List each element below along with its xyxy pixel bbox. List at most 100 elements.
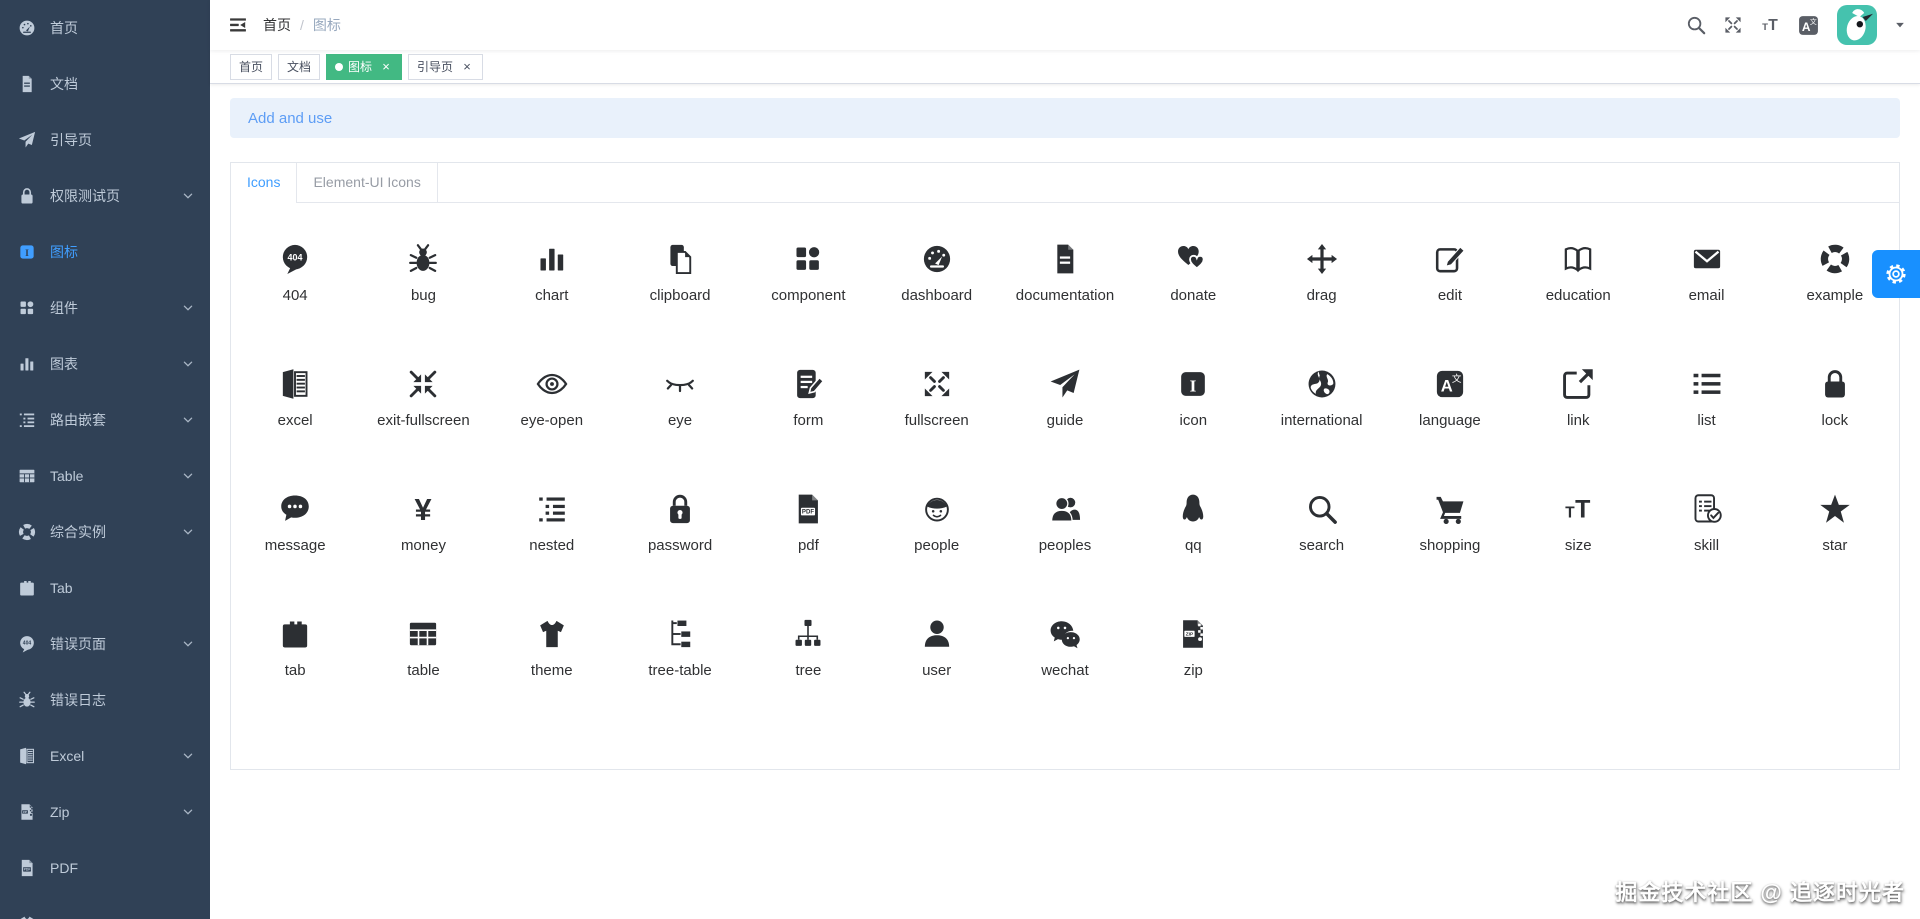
icon-cell-user[interactable]: user	[873, 592, 1001, 717]
fullscreen-icon[interactable]	[1723, 15, 1743, 35]
icon-cell-label: star	[1822, 537, 1848, 554]
icon-cell-zip[interactable]: ZIP zip	[1129, 592, 1257, 717]
sidebar-item-bug[interactable]: 错误日志	[0, 672, 210, 728]
icon-cell-component[interactable]: component	[744, 217, 872, 342]
sidebar-item-component[interactable]: 组件	[0, 280, 210, 336]
sidebar-item-chart[interactable]: 图表	[0, 336, 210, 392]
close-icon[interactable]: ×	[460, 60, 474, 74]
search-icon[interactable]	[1686, 15, 1706, 35]
icon-cell-fullscreen[interactable]: fullscreen	[873, 342, 1001, 467]
sidebar-item-dashboard[interactable]: 首页	[0, 0, 210, 56]
icon-cell-theme[interactable]: theme	[488, 592, 616, 717]
avatar[interactable]	[1837, 5, 1877, 45]
icon-cell-edit[interactable]: edit	[1386, 217, 1514, 342]
sidebar-item-nested[interactable]: 路由嵌套	[0, 392, 210, 448]
sidebar-item-label: PDF	[50, 860, 78, 876]
sidebar-item-label: Tab	[50, 580, 73, 596]
icon-cell-label: dashboard	[901, 287, 973, 304]
icon-cell-size[interactable]: T Tsize	[1514, 467, 1642, 592]
icon-cell-tree-table[interactable]: tree-table	[616, 592, 744, 717]
caret-down-icon[interactable]	[1894, 19, 1906, 31]
icon-cell-tab[interactable]: tab	[231, 592, 359, 717]
icon-cell-clipboard[interactable]: clipboard	[616, 217, 744, 342]
hamburger-icon[interactable]	[227, 16, 249, 34]
sidebar-item-documentation[interactable]: 文档	[0, 56, 210, 112]
dashboard-icon	[18, 19, 36, 37]
icon-cell-pdf[interactable]: PDF pdf	[744, 467, 872, 592]
language-icon[interactable]: A文	[1797, 14, 1820, 37]
icon-cell-dashboard[interactable]: dashboard	[873, 217, 1001, 342]
icon-cell-email[interactable]: email	[1642, 217, 1770, 342]
icon-cell-lock[interactable]: lock	[1771, 342, 1899, 467]
list-icon	[1691, 368, 1723, 400]
sidebar-item-theme[interactable]	[0, 896, 210, 919]
icon-grid: 404 404 bug chart clipboard component dashboar…	[231, 203, 1899, 717]
tag-图标[interactable]: 图标 ×	[326, 53, 403, 80]
icon-cell-drag[interactable]: drag	[1257, 217, 1385, 342]
component-icon	[792, 243, 824, 275]
close-icon[interactable]: ×	[379, 60, 393, 74]
tag-引导页[interactable]: 引导页 ×	[408, 53, 484, 80]
icon-cell-label: edit	[1437, 287, 1462, 304]
icon-cell-bug[interactable]: bug	[359, 217, 487, 342]
icon-cell-wechat[interactable]: wechat	[1001, 592, 1129, 717]
tag-文档[interactable]: 文档	[278, 53, 321, 80]
icon-cell-table[interactable]: table	[359, 592, 487, 717]
icon-cell-people[interactable]: people	[873, 467, 1001, 592]
sidebar-item-example[interactable]: 综合实例	[0, 504, 210, 560]
icon-cell-search[interactable]: search	[1257, 467, 1385, 592]
sidebar-item-tab[interactable]: Tab	[0, 560, 210, 616]
tag-首页[interactable]: 首页	[230, 53, 273, 80]
sidebar-item-table[interactable]: Table	[0, 448, 210, 504]
icon-cell-education[interactable]: education	[1514, 217, 1642, 342]
sidebar-item-lock[interactable]: 权限测试页	[0, 168, 210, 224]
icon-cell-eye-open[interactable]: eye-open	[488, 342, 616, 467]
navbar: 首页 / 图标 TT A文	[210, 0, 1920, 50]
icon-cell-password[interactable]: password	[616, 467, 744, 592]
sidebar-item-guide[interactable]: 引导页	[0, 112, 210, 168]
icon-cell-label: link	[1566, 412, 1590, 429]
icon-cell-documentation[interactable]: documentation	[1001, 217, 1129, 342]
size-icon[interactable]: TT	[1760, 15, 1780, 35]
tab-element-ui-icons[interactable]: Element-UI Icons	[297, 163, 438, 202]
icon-cell-excel[interactable]: excel	[231, 342, 359, 467]
icon-cell-language[interactable]: A 文 language	[1386, 342, 1514, 467]
icon-cell-eye[interactable]: eye	[616, 342, 744, 467]
sidebar-item-zip[interactable]: ZIP Zip	[0, 784, 210, 840]
documentation-icon	[18, 75, 36, 93]
icon-cell-label: nested	[529, 537, 575, 554]
alert-text: Add and use	[248, 109, 333, 127]
icon-cell-label: skill	[1694, 537, 1720, 554]
icon-cell-exit-fullscreen[interactable]: exit-fullscreen	[359, 342, 487, 467]
drag-icon	[1306, 243, 1338, 275]
icon-cell-chart[interactable]: chart	[488, 217, 616, 342]
sidebar-item-404[interactable]: 404 错误页面	[0, 616, 210, 672]
icon-cell-label: icon	[1179, 412, 1208, 429]
settings-button[interactable]	[1872, 250, 1920, 298]
breadcrumb-item[interactable]: 首页	[263, 15, 291, 35]
icon-cell-qq[interactable]: qq	[1129, 467, 1257, 592]
icon-cell-link[interactable]: link	[1514, 342, 1642, 467]
tab-icons[interactable]: Icons	[231, 163, 298, 203]
icon-cell-skill[interactable]: skill	[1642, 467, 1770, 592]
sidebar-item-icon[interactable]: I 图标	[0, 224, 210, 280]
icon-cell-form[interactable]: form	[744, 342, 872, 467]
chevron-down-icon	[182, 414, 194, 426]
icon-cell-message[interactable]: message	[231, 467, 359, 592]
icon-cell-international[interactable]: international	[1257, 342, 1385, 467]
icon-cell-tree[interactable]: tree	[744, 592, 872, 717]
icon-cell-star[interactable]: star	[1771, 467, 1899, 592]
icon-cell-donate[interactable]: donate	[1129, 217, 1257, 342]
icon-cell-shopping[interactable]: shopping	[1386, 467, 1514, 592]
icon-cell-peoples[interactable]: peoples	[1001, 467, 1129, 592]
icon-cell-label: example	[1806, 287, 1864, 304]
sidebar-item-excel[interactable]: Excel	[0, 728, 210, 784]
icon-cell-guide[interactable]: guide	[1001, 342, 1129, 467]
icon-cell-404[interactable]: 404 404	[231, 217, 359, 342]
info-alert: Add and use	[230, 98, 1900, 138]
sidebar-item-pdf[interactable]: PDF PDF	[0, 840, 210, 896]
icon-cell-nested[interactable]: nested	[488, 467, 616, 592]
icon-cell-list[interactable]: list	[1642, 342, 1770, 467]
icon-cell-icon[interactable]: Iicon	[1129, 342, 1257, 467]
icon-cell-money[interactable]: ¥ money	[359, 467, 487, 592]
